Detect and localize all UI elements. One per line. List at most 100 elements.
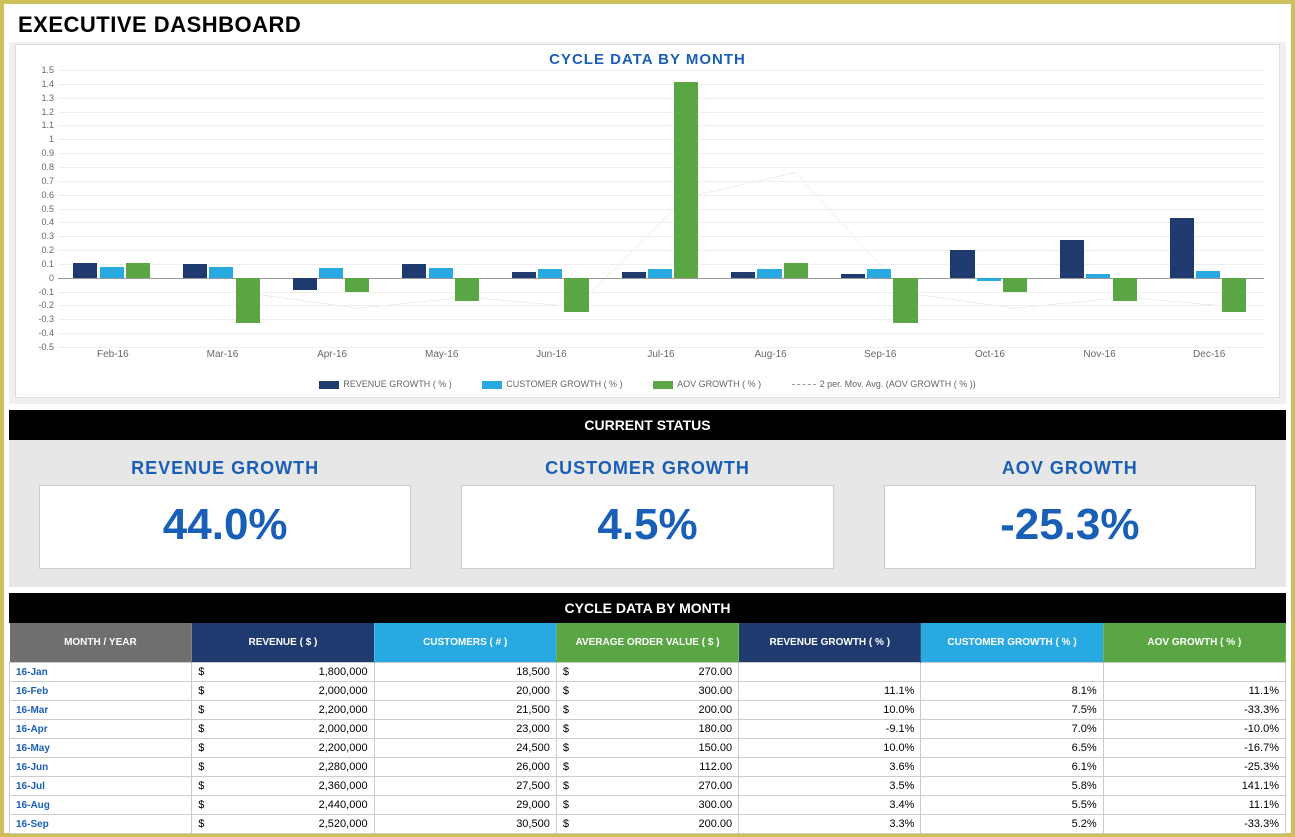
bar [893,278,917,324]
table-body: 16-Jan1,800,00018,500270.00 16-Feb2,000,0… [10,663,1286,834]
table-cell: 3.3% [739,815,921,834]
table-cell: 270.00 [556,663,738,682]
kpi-row: REVENUE GROWTH 44.0% CUSTOMER GROWTH 4.5… [9,440,1286,587]
x-axis: Feb-16Mar-16Apr-16May-16Jun-16Jul-16Aug-… [58,349,1264,367]
bar [209,267,233,278]
table-header-row: MONTH / YEARREVENUE ( $ )CUSTOMERS ( # )… [10,623,1286,663]
table-cell: 26,000 [374,758,556,777]
table-header: AOV GROWTH ( % ) [1103,623,1285,663]
chart-title: CYCLE DATA BY MONTH [16,45,1279,70]
table-cell: -33.3% [1103,701,1285,720]
table-cell: 141.1% [1103,777,1285,796]
bar [841,274,865,278]
chart-legend: REVENUE GROWTH ( % ) CUSTOMER GROWTH ( %… [16,375,1279,397]
table-cell [921,663,1103,682]
table-cell: 11.1% [1103,796,1285,815]
table-cell: 3.6% [739,758,921,777]
kpi-customer-growth: CUSTOMER GROWTH 4.5% [461,458,833,569]
bar [236,278,260,324]
chart-area: -0.5-0.4-0.3-0.2-0.100.10.20.30.40.50.60… [26,70,1269,375]
table-cell: 8.1% [921,682,1103,701]
kpi-value: -25.3% [893,500,1247,550]
table-cell: 2,360,000 [192,777,374,796]
legend-customer: CUSTOMER GROWTH ( % ) [482,379,622,389]
bar-group [497,70,607,347]
bar [538,269,562,277]
data-table: MONTH / YEARREVENUE ( $ )CUSTOMERS ( # )… [9,623,1286,834]
bar [1196,271,1220,278]
table-cell: 300.00 [556,682,738,701]
kpi-value: 44.0% [48,500,402,550]
bar [757,269,781,277]
table-cell: 29,000 [374,796,556,815]
bar-group [716,70,826,347]
table-cell: -9.1% [739,720,921,739]
table-row: 16-Mar2,200,00021,500200.0010.0%7.5%-33.… [10,701,1286,720]
table-cell: 16-Jun [10,758,192,777]
legend-aov: AOV GROWTH ( % ) [653,379,761,389]
table-header: REVENUE ( $ ) [192,623,374,663]
legend-movavg: 2 per. Mov. Avg. (AOV GROWTH ( % )) [792,379,976,389]
table-cell: 30,500 [374,815,556,834]
table-cell: 16-Mar [10,701,192,720]
table-cell: 18,500 [374,663,556,682]
table-cell: 2,440,000 [192,796,374,815]
table-cell: 2,200,000 [192,701,374,720]
table-cell: 27,500 [374,777,556,796]
table-cell: 1,800,000 [192,663,374,682]
section-table: CYCLE DATA BY MONTH [9,593,1286,623]
bar [319,268,343,278]
table-cell: 3.4% [739,796,921,815]
table-cell: 5.8% [921,777,1103,796]
section-current-status: CURRENT STATUS [9,410,1286,440]
table-cell: 16-Feb [10,682,192,701]
table-cell: 16-Sep [10,815,192,834]
table-header: REVENUE GROWTH ( % ) [739,623,921,663]
table-cell: 16-May [10,739,192,758]
kpi-label: CUSTOMER GROWTH [461,458,833,479]
table-cell: 112.00 [556,758,738,777]
table-cell: -33.3% [1103,815,1285,834]
table-row: 16-May2,200,00024,500150.0010.0%6.5%-16.… [10,739,1286,758]
table-cell: 7.0% [921,720,1103,739]
bar-group [1045,70,1155,347]
table-cell: 21,500 [374,701,556,720]
page-title: EXECUTIVE DASHBOARD [4,4,1291,42]
chart-box: CYCLE DATA BY MONTH -0.5-0.4-0.3-0.2-0.1… [15,44,1280,398]
bar [512,272,536,278]
chart-plot [58,70,1264,347]
table-cell: 23,000 [374,720,556,739]
table-cell: 10.0% [739,739,921,758]
bar [622,272,646,278]
table-cell: 5.5% [921,796,1103,815]
bar-group [606,70,716,347]
kpi-aov-growth: AOV GROWTH -25.3% [884,458,1256,569]
chart-section: CYCLE DATA BY MONTH -0.5-0.4-0.3-0.2-0.1… [9,42,1286,404]
table-cell: 2,280,000 [192,758,374,777]
table-row: 16-Apr2,000,00023,000180.00-9.1%7.0%-10.… [10,720,1286,739]
bar [455,278,479,302]
table-cell: 16-Jul [10,777,192,796]
bar [731,272,755,278]
bar-group [1154,70,1264,347]
table-cell: 10.0% [739,701,921,720]
table-cell: 2,000,000 [192,720,374,739]
table-cell: 16-Aug [10,796,192,815]
table-cell: 11.1% [739,682,921,701]
table-cell: 300.00 [556,796,738,815]
table-cell: 16-Jan [10,663,192,682]
table-cell: 6.1% [921,758,1103,777]
table-cell: 200.00 [556,701,738,720]
bar [648,269,672,277]
table-cell: 24,500 [374,739,556,758]
table-cell [739,663,921,682]
table-cell: 6.5% [921,739,1103,758]
kpi-revenue-growth: REVENUE GROWTH 44.0% [39,458,411,569]
kpi-value: 4.5% [470,500,824,550]
bar [1222,278,1246,313]
bar-group [387,70,497,347]
bar [867,269,891,277]
bar [1003,278,1027,292]
bar [1170,218,1194,278]
table-cell: 7.5% [921,701,1103,720]
